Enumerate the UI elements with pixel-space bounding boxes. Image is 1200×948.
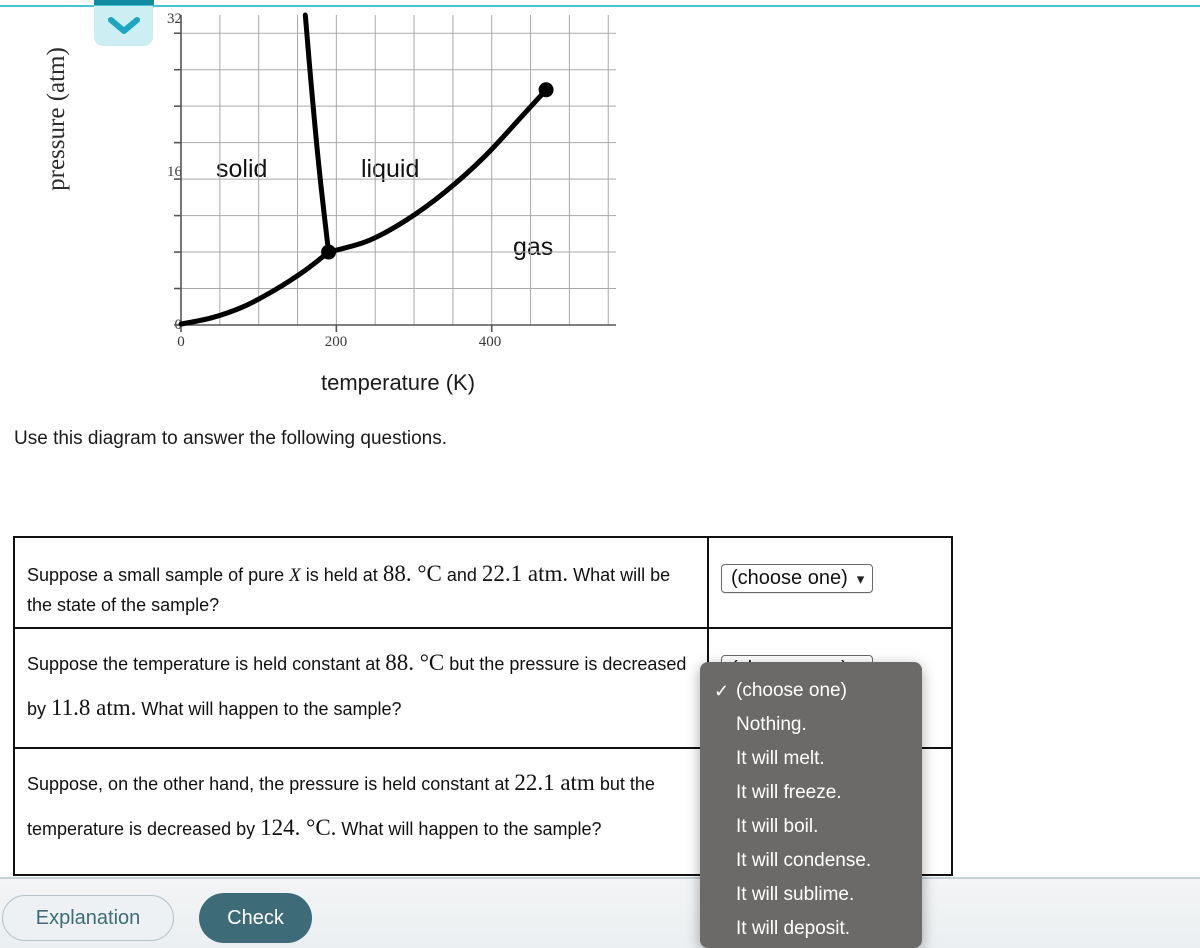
question-text-3: Suppose, on the other hand, the pressure…	[15, 749, 709, 874]
dropdown-option[interactable]: It will deposit.	[700, 912, 922, 946]
dropdown-option-label: It will melt.	[736, 748, 825, 769]
instruction-text: Use this diagram to answer the following…	[14, 428, 448, 449]
check-icon: ✓	[714, 680, 730, 701]
dropdown-option-label: (choose one)	[736, 680, 847, 701]
question-text-fragment: 22.1 atm.	[481, 561, 569, 586]
answer-cell-1: (choose one) ▾	[709, 538, 951, 627]
question-text-fragment: Suppose, on the other hand, the pressure…	[27, 774, 515, 794]
question-text-fragment: Suppose a small sample of pure	[27, 565, 290, 585]
dropdown-option[interactable]: It will sublime.	[700, 878, 922, 912]
dropdown-option-label: It will deposit.	[736, 918, 851, 939]
answer-select-1-value: (choose one)	[731, 567, 848, 589]
chart-markers	[321, 82, 554, 260]
dropdown-option[interactable]: ✓ (choose one)	[700, 674, 922, 708]
question-text-fragment: X	[289, 565, 301, 586]
question-text-fragment: is held at	[300, 565, 383, 585]
answer-dropdown-menu[interactable]: ✓ (choose one) Nothing. It will melt. It wil…	[700, 662, 922, 948]
dropdown-option[interactable]: It will condense.	[700, 844, 922, 878]
dropdown-option-label: It will freeze.	[736, 782, 842, 803]
phase-diagram-plot	[174, 12, 616, 332]
question-text-fragment: 88. °C	[385, 650, 445, 675]
check-button-label: Check	[227, 906, 284, 929]
question-text-fragment: What will happen to the sample?	[136, 698, 402, 719]
dropdown-option-label: It will boil.	[736, 816, 819, 837]
action-bar	[0, 877, 1200, 948]
phase-diagram: pressure (atm) temperature (K) 32 16 0 0…	[0, 0, 660, 410]
dropdown-option[interactable]: It will freeze.	[700, 776, 922, 810]
dropdown-option[interactable]: It will melt.	[700, 742, 922, 776]
dropdown-option-label: Nothing.	[736, 714, 807, 735]
question-text-fragment: Suppose the temperature is held constant…	[27, 654, 386, 674]
table-row: Suppose a small sample of pure X is held…	[15, 538, 951, 629]
explanation-button[interactable]: Explanation	[2, 895, 174, 941]
dropdown-option[interactable]: It will boil.	[700, 810, 922, 844]
check-button[interactable]: Check	[199, 893, 312, 943]
question-text-fragment: 22.1 atm	[514, 770, 595, 795]
dropdown-option[interactable]: Nothing.	[700, 708, 922, 742]
question-text-fragment: 11.8 atm.	[51, 694, 137, 720]
dropdown-option-label: It will condense.	[736, 850, 872, 871]
answer-select-1[interactable]: (choose one) ▾	[721, 564, 874, 593]
question-text-fragment: What will happen to the sample?	[336, 818, 602, 839]
chevron-down-icon: ▾	[856, 570, 865, 588]
question-text-fragment: 124. °C.	[260, 814, 337, 840]
question-text-fragment: 88. °C	[382, 561, 442, 586]
question-text-1: Suppose a small sample of pure X is held…	[15, 538, 709, 627]
explanation-button-label: Explanation	[35, 906, 141, 929]
chart-tick-marks	[174, 32, 493, 332]
chart-axes	[180, 15, 616, 326]
chart-gridlines	[180, 15, 616, 326]
question-text-fragment: and	[441, 565, 482, 585]
dropdown-option-label: It will sublime.	[736, 884, 855, 905]
question-text-2: Suppose the temperature is held constant…	[15, 629, 709, 747]
